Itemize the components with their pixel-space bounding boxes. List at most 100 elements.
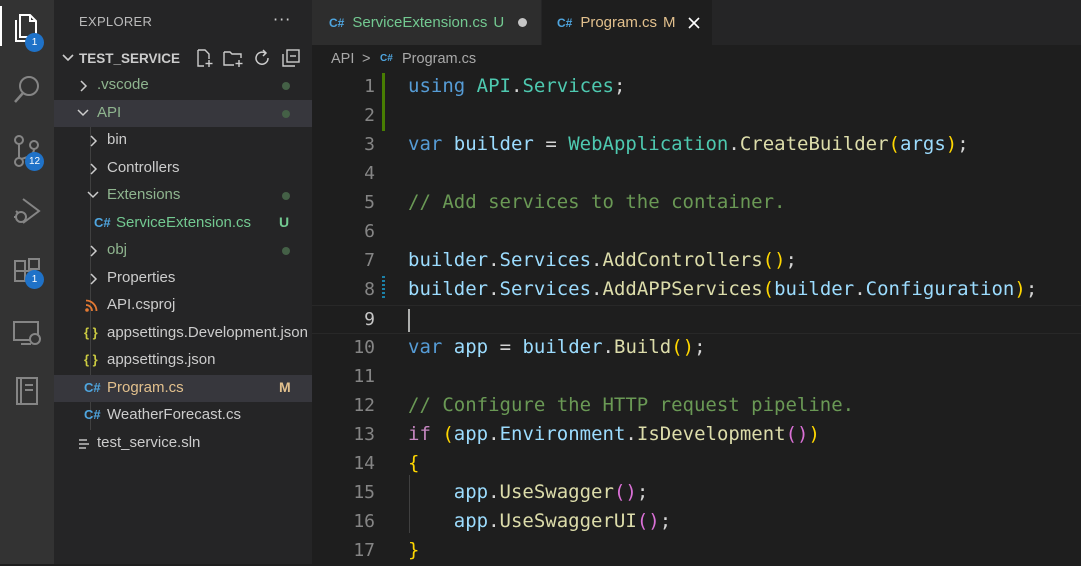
tab-git-status: M (663, 14, 676, 31)
tree-file-program[interactable]: C# Program.cs M (54, 375, 312, 402)
line-number: 11 (353, 366, 375, 387)
code-comment: // Configure the HTTP request pipeline. (408, 394, 855, 416)
activity-bar: 1 12 1 (0, 0, 54, 564)
code-text: app.UseSwagger(); (453, 481, 649, 503)
new-folder-icon[interactable] (223, 48, 243, 68)
tab-bar: C# ServiceExtension.cs U C# Program.cs M (312, 0, 1081, 45)
tree-folder-controllers[interactable]: Controllers (54, 155, 312, 182)
source-control-activity[interactable]: 12 (0, 126, 54, 176)
csharp-file-icon: C# (329, 15, 345, 30)
status-dot (282, 82, 290, 90)
notebook-icon (16, 377, 38, 405)
remote-explorer-icon (13, 321, 41, 345)
run-debug-icon (14, 198, 41, 224)
remote-explorer-activity[interactable] (0, 308, 54, 358)
tree-folder-bin[interactable]: bin (54, 127, 312, 154)
code-line: 7 builder.Services.AddControllers(); (312, 247, 1081, 276)
code-line: 17 } (312, 537, 1081, 566)
extensions-badge: 1 (25, 270, 44, 289)
line-number: 13 (353, 424, 375, 445)
chevron-right-icon (80, 80, 88, 92)
explorer-badge: 1 (25, 33, 44, 52)
breadcrumb: API > C# Program.cs (312, 45, 1081, 73)
tab-serviceextension[interactable]: C# ServiceExtension.cs U (312, 0, 541, 45)
code-line: 10 var app = builder.Build(); (312, 334, 1081, 363)
line-number: 4 (364, 163, 375, 184)
code-line: 12 // Configure the HTTP request pipelin… (312, 392, 1081, 421)
explorer-activity[interactable]: 1 (0, 2, 54, 52)
new-file-icon[interactable] (194, 48, 214, 68)
tree-folder-vscode[interactable]: .vscode (54, 72, 312, 99)
explorer-header: EXPLORER ··· (54, 0, 312, 45)
git-status: M (279, 379, 291, 395)
chevron-down-icon (87, 191, 99, 199)
code-line: 3 var builder = WebApplication.CreateBui… (312, 131, 1081, 160)
line-number: 10 (353, 337, 375, 358)
code-text: } (408, 539, 420, 561)
close-icon[interactable] (687, 16, 700, 29)
status-dot (282, 247, 290, 255)
breadcrumb-folder[interactable]: API (331, 51, 354, 67)
line-number: 16 (353, 511, 375, 532)
workspace-title: TEST_SERVICE (79, 51, 181, 66)
breadcrumb-file[interactable]: Program.cs (402, 51, 476, 67)
rss-icon (85, 299, 98, 312)
workspace-section-header[interactable]: TEST_SERVICE (54, 45, 312, 72)
chevron-right-icon (90, 163, 98, 175)
notebook-activity[interactable] (0, 366, 54, 416)
line-number: 15 (353, 482, 375, 503)
tree-file-sln[interactable]: test_service.sln (54, 430, 312, 457)
tree-label: API (97, 104, 122, 121)
source-control-badge: 12 (25, 152, 44, 171)
code-line: 15 app.UseSwagger(); (312, 479, 1081, 508)
unsaved-dot-icon[interactable] (518, 18, 528, 27)
more-actions-icon[interactable]: ··· (273, 10, 291, 29)
tab-label: ServiceExtension.cs (352, 14, 488, 31)
tree-file-appsettings-development[interactable]: { } appsettings.Development.json (54, 320, 312, 347)
json-file-icon: { } (84, 352, 98, 367)
tree-folder-obj[interactable]: obj (54, 237, 312, 264)
tree-folder-extensions[interactable]: Extensions (54, 182, 312, 209)
collapse-all-icon[interactable] (281, 48, 301, 68)
tree-folder-properties[interactable]: Properties (54, 265, 312, 292)
tab-label: Program.cs (580, 14, 658, 31)
tree-label: WeatherForecast.cs (107, 406, 241, 423)
git-status: U (279, 214, 290, 230)
text-cursor (408, 309, 410, 332)
code-text: app.UseSwaggerUI(); (453, 510, 672, 532)
tree-folder-api[interactable]: API (54, 100, 312, 127)
tab-program[interactable]: C# Program.cs M (542, 0, 712, 45)
chevron-right-icon (90, 245, 98, 257)
tree-label: bin (107, 131, 128, 148)
code-line: 6 (312, 218, 1081, 247)
tree-file-serviceextension[interactable]: C# ServiceExtension.cs U (54, 210, 312, 237)
code-text: builder.Services.AddAPPServices(builder.… (408, 278, 1038, 300)
line-number: 7 (364, 250, 375, 271)
search-activity[interactable] (0, 64, 54, 114)
code-line: 2 (312, 102, 1081, 131)
tree-label: API.csproj (107, 296, 176, 313)
tree-file-api-csproj[interactable]: API.csproj (54, 292, 312, 319)
code-line: 16 app.UseSwaggerUI(); (312, 508, 1081, 537)
line-number: 5 (364, 192, 375, 213)
code-line: 8 builder.Services.AddAPPServices(builde… (312, 276, 1081, 305)
refresh-icon[interactable] (252, 48, 272, 68)
breadcrumb-separator: > (362, 51, 371, 67)
code-text: var builder = WebApplication.CreateBuild… (408, 133, 969, 155)
code-text: { (408, 452, 420, 474)
tree-label: test_service.sln (97, 434, 201, 451)
csharp-file-icon: C# (84, 380, 101, 395)
tree-label: Extensions (107, 186, 181, 203)
code-text: using API.Services; (408, 75, 626, 97)
line-number: 9 (364, 309, 375, 330)
extensions-activity[interactable]: 1 (0, 248, 54, 298)
chevron-right-icon (90, 273, 98, 285)
csharp-file-icon: C# (557, 15, 573, 30)
search-icon (14, 76, 39, 103)
code-line: 13 if (app.Environment.IsDevelopment()) (312, 421, 1081, 450)
chevron-right-icon (90, 135, 98, 147)
code-comment: // Add services to the container. (408, 191, 786, 213)
run-debug-activity[interactable] (0, 186, 54, 236)
tree-file-weatherforecast[interactable]: C# WeatherForecast.cs (54, 402, 312, 429)
tree-file-appsettings[interactable]: { } appsettings.json (54, 347, 312, 374)
